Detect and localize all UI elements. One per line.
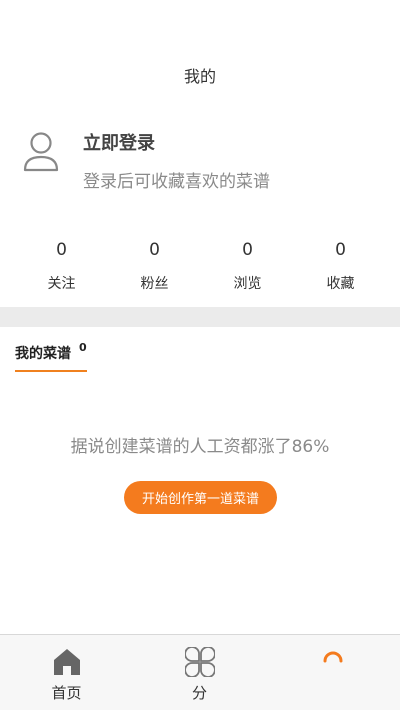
section-divider bbox=[0, 307, 400, 327]
stat-favorites[interactable]: 0 收藏 bbox=[294, 240, 387, 293]
tab-label: 我的菜谱 bbox=[15, 346, 71, 362]
stat-count: 0 bbox=[149, 240, 160, 260]
tab-home[interactable]: 首页 bbox=[0, 635, 133, 710]
home-icon bbox=[54, 649, 80, 675]
tab-profile[interactable] bbox=[266, 635, 399, 710]
category-icon bbox=[185, 647, 215, 677]
tab-my-recipes[interactable]: 我的菜谱 0 bbox=[15, 341, 87, 372]
tab-category[interactable]: 分 bbox=[133, 635, 266, 710]
tab-label: 首页 bbox=[51, 684, 82, 702]
active-tab-indicator bbox=[15, 370, 87, 372]
profile-icon bbox=[323, 651, 343, 663]
bottom-tab-bar: 首页 分 bbox=[0, 634, 400, 710]
stat-label: 粉丝 bbox=[140, 276, 169, 292]
user-outline-icon bbox=[23, 132, 59, 172]
tab-label: 分 bbox=[191, 684, 207, 702]
login-subtitle: 登录后可收藏喜欢的菜谱 bbox=[83, 172, 270, 192]
stat-count: 0 bbox=[242, 240, 253, 260]
empty-state-message: 据说创建菜谱的人工资都涨了86% bbox=[70, 437, 330, 457]
stat-label: 关注 bbox=[47, 276, 76, 292]
stat-fans[interactable]: 0 粉丝 bbox=[108, 240, 201, 293]
stat-label: 浏览 bbox=[233, 276, 262, 292]
stat-label: 收藏 bbox=[326, 276, 355, 292]
tab-count: 0 bbox=[79, 341, 87, 354]
page-title: 我的 bbox=[183, 67, 216, 86]
create-recipe-button[interactable]: 开始创作第一道菜谱 bbox=[124, 481, 277, 514]
login-title[interactable]: 立即登录 bbox=[83, 129, 155, 155]
stats-row: 0 关注 0 粉丝 0 浏览 0 收藏 bbox=[15, 240, 387, 293]
stat-count: 0 bbox=[335, 240, 346, 260]
stat-views[interactable]: 0 浏览 bbox=[201, 240, 294, 293]
stat-count: 0 bbox=[56, 240, 67, 260]
profile-login-card[interactable]: 立即登录 登录后可收藏喜欢的菜谱 bbox=[22, 126, 378, 196]
stat-following[interactable]: 0 关注 bbox=[15, 240, 108, 293]
